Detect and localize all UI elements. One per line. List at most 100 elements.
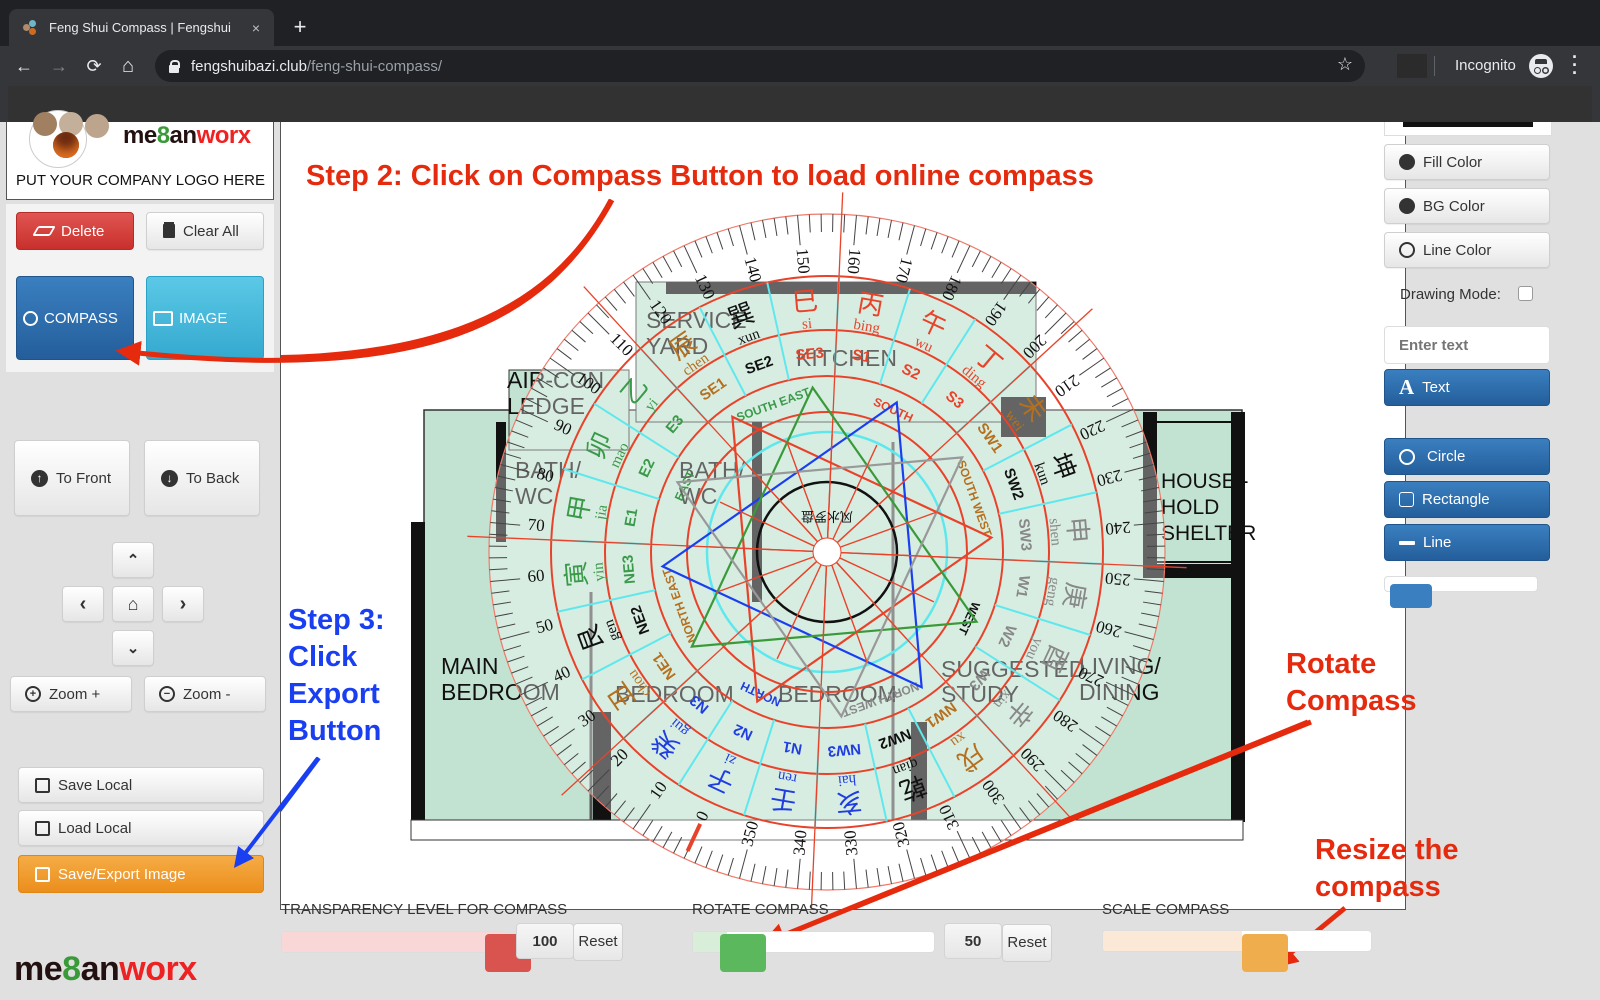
left-panel: me8anworx PUT YOUR COMPANY LOGO HERE Del… — [0, 110, 280, 1000]
line-color-button[interactable]: Line Color — [1384, 232, 1550, 268]
brand-wordmark: me8anworx — [123, 122, 251, 149]
url-host: fengshuibazi.club — [191, 57, 307, 75]
room-label-household-3: SHELTER — [1161, 522, 1256, 545]
incognito-icon[interactable] — [1529, 54, 1553, 78]
chevron-left-icon: ‹ — [79, 592, 87, 615]
logo-caption: PUT YOUR COMPANY LOGO HERE — [16, 172, 265, 189]
home-button[interactable]: ⌂ — [116, 54, 140, 78]
bg-color-button[interactable]: BG Color — [1384, 188, 1550, 224]
mountain-pinyin: ren — [776, 767, 798, 786]
add-line-button[interactable]: Line — [1384, 524, 1550, 561]
footer-brand-logo: me8anworx — [14, 950, 197, 988]
zoom-in-icon: + — [25, 686, 41, 702]
to-back-button[interactable]: ↓ To Back — [144, 440, 260, 516]
pan-home-button[interactable]: ⌂ — [112, 586, 154, 622]
step2-annotation: Step 2: Click on Compass Button to load … — [306, 160, 1094, 192]
scale-slider-track[interactable] — [1102, 930, 1372, 952]
text-icon: A — [1399, 375, 1415, 399]
tab-close-icon[interactable]: × — [248, 20, 264, 36]
save-local-button[interactable]: Save Local — [18, 767, 264, 803]
room-label-household-2: HOLD — [1161, 496, 1219, 519]
browser-toolbar: ← → ⟳ ⌂ fengshuibazi.club/feng-shui-comp… — [0, 46, 1600, 86]
load-local-button[interactable]: Load Local — [18, 810, 264, 846]
delete-button[interactable]: Delete — [16, 212, 134, 250]
reload-button[interactable]: ⟳ — [82, 54, 106, 78]
pan-right-button[interactable]: › — [162, 586, 204, 622]
fill-color-button[interactable]: Fill Color — [1384, 144, 1550, 180]
transparency-label: TRANSPARENCY LEVEL FOR COMPASS — [281, 901, 568, 918]
square-icon — [1399, 492, 1414, 507]
transparency-reset-button[interactable]: Reset — [573, 923, 623, 961]
room-label-main-bedroom: MAIN — [441, 653, 499, 679]
floppy-disk-icon — [35, 777, 50, 793]
browser-menu-icon[interactable]: · · · — [1570, 48, 1580, 82]
pan-up-button[interactable]: ⌃ — [112, 542, 154, 578]
extension-slot[interactable] — [1397, 54, 1427, 78]
forward-button[interactable]: → — [47, 54, 71, 78]
browser-tabstrip: Feng Shui Compass | Fengshui × + — [0, 0, 1600, 46]
degree-label: 70 — [527, 515, 546, 535]
rotate-annotation: Rotate Compass — [1286, 648, 1417, 717]
drawing-mode-checkbox[interactable] — [1518, 286, 1533, 301]
mountain-code: SW3 — [1015, 518, 1035, 552]
mountain-hanzi: 申 — [1060, 516, 1092, 545]
to-front-button[interactable]: ↑ To Front — [14, 440, 130, 516]
mountain-code: E1 — [622, 507, 642, 528]
pan-left-button[interactable]: ‹ — [62, 586, 104, 622]
circle-icon — [1399, 448, 1415, 465]
add-rectangle-button[interactable]: Rectangle — [1384, 481, 1550, 518]
color-preview-box — [1384, 122, 1552, 136]
rotate-slider-handle[interactable] — [719, 934, 766, 972]
rotate-reset-button[interactable]: Reset — [1002, 924, 1052, 962]
chevron-up-icon: ⌃ — [126, 552, 140, 569]
degree-label: 240 — [1104, 518, 1131, 539]
incognito-label[interactable]: Incognito — [1455, 57, 1516, 74]
bookmark-star-icon[interactable]: ☆ — [1337, 54, 1353, 75]
new-tab-button[interactable]: + — [288, 14, 312, 40]
compass-icon — [23, 310, 38, 326]
image-icon — [153, 310, 173, 326]
compass-center-text: 风水罗盘 — [801, 508, 853, 524]
save-export-image-button[interactable]: Save/Export Image — [18, 855, 264, 893]
browser-tab[interactable]: Feng Shui Compass | Fengshui × — [9, 9, 274, 46]
degree-label: 330 — [840, 829, 861, 856]
transparency-slider-track[interactable] — [281, 931, 505, 953]
clear-all-button[interactable]: Clear All — [146, 212, 264, 250]
add-circle-button[interactable]: Circle — [1384, 438, 1550, 475]
transparency-value[interactable]: 100 — [516, 923, 574, 959]
scale-label: SCALE COMPASS — [1102, 901, 1230, 918]
floppy-disk-icon — [35, 866, 50, 882]
mountain-code: S1 — [851, 347, 872, 367]
address-bar[interactable]: fengshuibazi.club/feng-shui-compass/ ☆ — [155, 50, 1365, 82]
mountain-pinyin: shen — [1046, 518, 1064, 547]
image-button[interactable]: IMAGE — [146, 276, 264, 360]
eraser-icon — [32, 226, 56, 236]
zoom-out-button[interactable]: − Zoom - — [144, 676, 266, 712]
mountain-pinyin: si — [801, 316, 812, 333]
filled-circle-icon — [1399, 198, 1415, 214]
drawing-canvas[interactable]: SERVICE YARD AIR-CON LEDGE KITCHEN BATH/… — [280, 122, 1406, 910]
compass-button[interactable]: COMPASS — [16, 276, 134, 360]
mountain-code: NE3 — [619, 554, 638, 585]
home-icon: ⌂ — [127, 593, 139, 614]
mountain-code: N1 — [782, 737, 804, 757]
compass-center — [812, 537, 842, 567]
degree-label: 340 — [789, 829, 810, 856]
rotate-value[interactable]: 50 — [944, 923, 1002, 959]
bookmarks-bar — [0, 86, 1600, 122]
mountain-hanzi: 甲 — [563, 493, 597, 524]
degree-label: 250 — [1104, 568, 1131, 589]
zoom-in-button[interactable]: + Zoom + — [10, 676, 132, 712]
text-input[interactable] — [1384, 326, 1550, 364]
trash-icon — [163, 224, 175, 238]
right-panel: Fill Color BG Color Line Color Drawing M… — [1384, 122, 1600, 1000]
zoom-out-icon: − — [159, 686, 175, 702]
scale-slider-handle[interactable] — [1242, 934, 1289, 972]
add-text-button[interactable]: A Text — [1384, 369, 1550, 406]
stroke-width-slider-handle[interactable] — [1389, 584, 1432, 608]
rotate-label: ROTATE COMPASS — [692, 901, 829, 918]
pan-down-button[interactable]: ⌄ — [112, 630, 154, 666]
back-button[interactable]: ← — [12, 54, 36, 78]
filled-circle-icon — [1399, 154, 1415, 170]
mountain-hanzi: 寅 — [561, 560, 593, 589]
